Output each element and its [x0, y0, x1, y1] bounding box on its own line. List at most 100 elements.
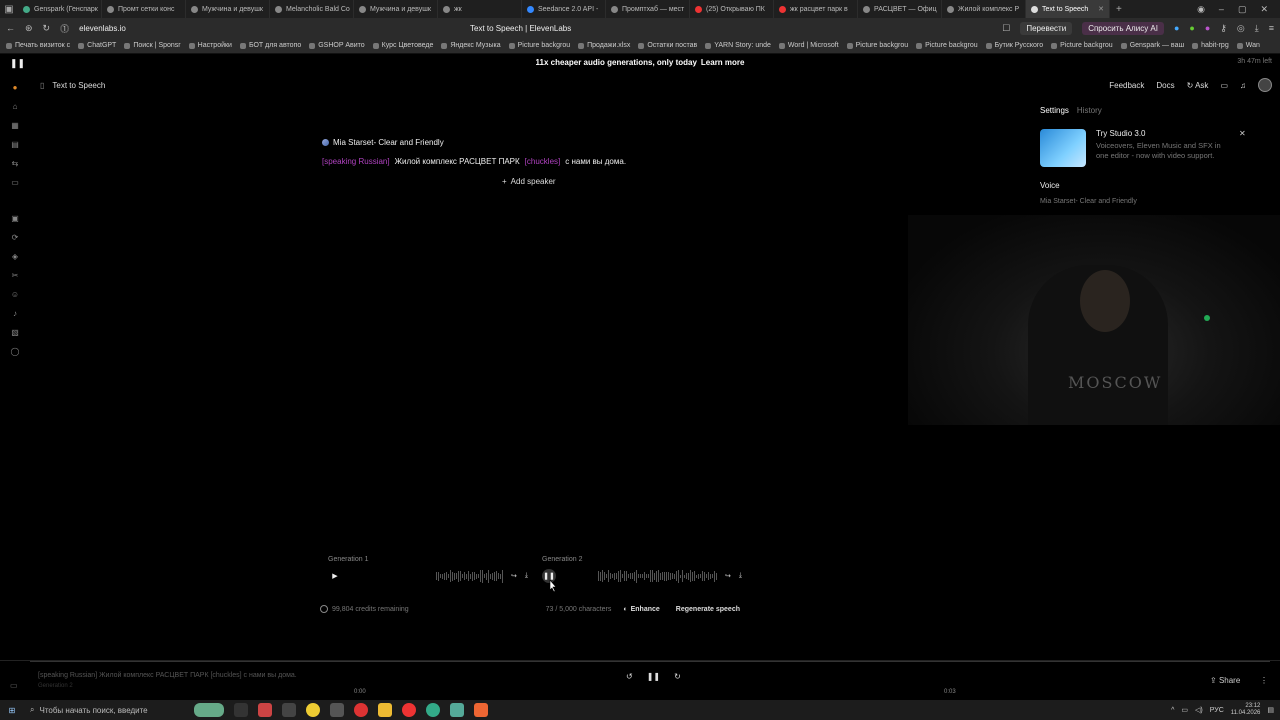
share-icon[interactable]: ↪ [725, 572, 731, 580]
enhance-button[interactable]: ◐ Enhance [623, 606, 659, 613]
windows-start-icon[interactable]: ⊞ [0, 706, 24, 715]
bookmark-item[interactable]: БОТ для автопо [239, 42, 301, 49]
chrome-icon[interactable] [306, 703, 320, 717]
bookmark-item[interactable]: Wan [1236, 42, 1260, 49]
tts-icon[interactable]: ▣ [10, 213, 20, 223]
studio-icon[interactable]: ▧ [10, 327, 20, 337]
apps-icon[interactable]: ▦ [10, 120, 20, 130]
bookmark-item[interactable]: Продажи.xlsx [578, 42, 630, 49]
reload-icon[interactable]: ↻ [43, 23, 51, 34]
voices-icon[interactable]: ☺ [10, 289, 20, 299]
voice-changer-icon[interactable]: ⟳ [10, 232, 20, 242]
menu-icon[interactable]: ≡ [1269, 23, 1274, 33]
translate-icon[interactable]: ⇆ [10, 158, 20, 168]
agents-icon[interactable]: ◯ [10, 346, 20, 356]
maximize-icon[interactable]: ▢ [1238, 4, 1247, 15]
bookmark-item[interactable]: Яндекс Музыка [441, 42, 501, 49]
browser-tab[interactable]: РАСЦВЕТ — Офиц [858, 0, 942, 18]
waveform[interactable] [564, 569, 718, 583]
browser-tab[interactable]: жк [438, 0, 522, 18]
music-icon[interactable]: ♪ [10, 308, 20, 318]
play-icon[interactable]: ▶ [328, 569, 342, 583]
app-icon[interactable] [258, 703, 272, 717]
bell-icon[interactable]: ♫ [1240, 81, 1246, 90]
browser-menu-icon[interactable]: ▣ [0, 0, 18, 18]
player-progress-bar[interactable] [30, 661, 1270, 662]
add-speaker-button[interactable]: + Add speaker [502, 177, 742, 186]
tab-history[interactable]: History [1077, 106, 1102, 115]
share-button[interactable]: ⇪ Share [1210, 676, 1240, 685]
logo-icon[interactable]: ● [10, 82, 20, 92]
browser-tab[interactable]: Жилой комплекс Р [942, 0, 1026, 18]
browser-tab[interactable]: Genspark (Генспарк [18, 0, 102, 18]
page-security-icon[interactable]: ⓵ [60, 22, 69, 35]
weather-widget-icon[interactable] [194, 703, 224, 717]
bookmark-item[interactable]: Genspark — ваш [1120, 42, 1184, 49]
pause-icon[interactable]: ❚❚ [647, 672, 660, 681]
extension-icon[interactable]: ◎ [1237, 23, 1245, 34]
tray-chevron-icon[interactable]: ^ [1171, 707, 1174, 714]
text-editor[interactable]: Mia Starset- Clear and Friendly [speakin… [322, 138, 742, 186]
download-icon[interactable]: ⤓ [525, 572, 528, 580]
sidebar-toggle-icon[interactable]: ▯ [40, 81, 44, 90]
browser-tab[interactable]: Text to Speech ✕ [1026, 0, 1110, 18]
bookmark-item[interactable]: Picture backgrou [916, 42, 978, 49]
browser-tab[interactable]: Промптхаб — мест [606, 0, 690, 18]
bookmark-item[interactable]: Бутик Русского [985, 42, 1043, 49]
script-line[interactable]: [speaking Russian] Жилой комплекс РАСЦВЕ… [322, 157, 742, 166]
app-icon[interactable] [426, 703, 440, 717]
translate-button[interactable]: Перевести [1020, 21, 1073, 35]
docs-link[interactable]: Docs [1156, 81, 1174, 90]
folder-icon[interactable]: ▭ [10, 177, 20, 187]
folder-icon[interactable]: ▭ [1220, 81, 1228, 90]
bookmark-item[interactable]: Picture backgrou [508, 42, 570, 49]
language-indicator[interactable]: РУС [1210, 707, 1224, 714]
file-explorer-icon[interactable] [378, 703, 392, 717]
speaker-chip[interactable]: Mia Starset- Clear and Friendly [322, 138, 742, 147]
extension-icon[interactable]: ● [1174, 23, 1179, 33]
sound-effects-icon[interactable]: ◈ [10, 251, 20, 261]
notifications-icon[interactable]: ▤ [1267, 706, 1274, 714]
bookmark-item[interactable]: YARN Story: unde [705, 42, 771, 49]
close-icon[interactable]: ✕ [1239, 129, 1246, 138]
regenerate-button[interactable]: Regenerate speech [676, 606, 740, 613]
waveform[interactable] [350, 569, 504, 583]
browser-tab[interactable]: Seedance 2.0 API - [522, 0, 606, 18]
bookmark-item[interactable]: Курс Цветоведе [372, 42, 433, 49]
browser-tab[interactable]: жк расцвет парк в [774, 0, 858, 18]
back-icon[interactable]: ← [6, 23, 15, 33]
clock[interactable]: 23:12 11.04.2026 [1231, 703, 1261, 716]
dubbing-icon[interactable]: ✂ [10, 270, 20, 280]
app-icon[interactable] [330, 703, 344, 717]
bookmark-item[interactable]: ChatGPT [78, 42, 116, 49]
downloads-icon[interactable]: ⤓ [1255, 23, 1259, 34]
learn-more-link[interactable]: Learn more [701, 58, 745, 67]
bookmark-item[interactable]: Picture backgrou [1051, 42, 1113, 49]
yandex-browser-icon[interactable] [354, 703, 368, 717]
share-icon[interactable]: ↪ [511, 572, 517, 580]
alisa-button[interactable]: Спросить Алису AI [1082, 21, 1164, 35]
new-tab-button[interactable]: + [1110, 4, 1128, 15]
browser-tab[interactable]: Melancholic Bald Co [270, 0, 354, 18]
bookmark-icon[interactable]: ☐ [1002, 23, 1010, 34]
rewind-icon[interactable]: ↺ [626, 672, 633, 681]
home-icon[interactable]: ⌂ [10, 101, 20, 111]
avatar[interactable] [1258, 78, 1272, 92]
minimize-icon[interactable]: – [1219, 4, 1224, 15]
opera-icon[interactable] [402, 703, 416, 717]
browser-tab[interactable]: Мужчина и девушк [186, 0, 270, 18]
close-tab-icon[interactable]: ✕ [1098, 5, 1104, 13]
bookmark-item[interactable]: Печать визиток с [6, 42, 70, 49]
extension-icon[interactable]: ● [1205, 23, 1210, 33]
studio-promo-card[interactable]: Try Studio 3.0 Voiceovers, Eleven Music … [1040, 129, 1265, 167]
download-icon[interactable]: ⤓ [739, 572, 742, 580]
extension-icon[interactable]: ● [1189, 23, 1194, 33]
task-view-icon[interactable] [234, 703, 248, 717]
url-field[interactable]: elevenlabs.io [79, 24, 126, 33]
browser-tab[interactable]: Промт сетки конс [102, 0, 186, 18]
volume-icon[interactable]: ◁) [1195, 706, 1203, 714]
more-icon[interactable]: ⋮ [1260, 676, 1268, 685]
bookmark-item[interactable]: Word | Microsoft [778, 42, 839, 49]
close-window-icon[interactable]: ✕ [1260, 4, 1268, 15]
forward-icon[interactable]: ↻ [674, 672, 681, 681]
